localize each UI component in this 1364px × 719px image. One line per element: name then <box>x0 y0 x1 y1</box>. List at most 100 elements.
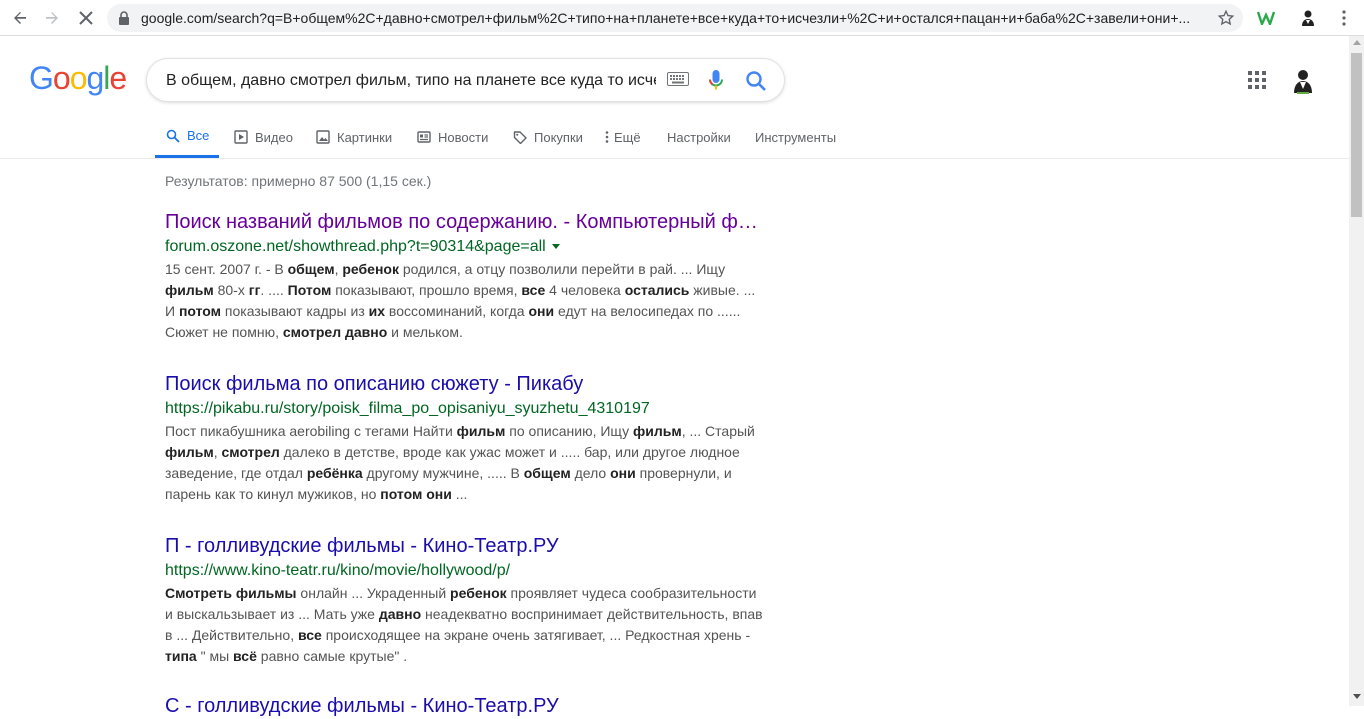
tab-video[interactable]: Видео <box>233 116 293 158</box>
snippet-highlight: ребенок <box>450 585 507 601</box>
snippet-text: показывают кадры из <box>221 303 369 319</box>
scroll-up-arrow-icon[interactable] <box>1353 40 1361 45</box>
address-bar[interactable]: google.com/search?q=В+общем%2C+давно+смо… <box>107 4 1243 32</box>
snippet-text: онлайн ... Украденный <box>296 585 451 601</box>
snippet-highlight: их <box>368 303 386 319</box>
snippet-text: 15 сент. 2007 г. - В <box>165 261 288 277</box>
result-title-link[interactable]: П - голливудские фильмы - Кино-Театр.РУ <box>165 533 760 559</box>
search-tabs: Все Видео Картинки Новости Покупки Ещё Н… <box>0 116 1349 159</box>
scroll-thumb[interactable] <box>1351 53 1362 217</box>
snippet-highlight: все <box>297 627 322 643</box>
tab-tools[interactable]: Инструменты <box>755 116 836 158</box>
stop-loading-button[interactable] <box>74 6 98 30</box>
snippet-highlight: давно <box>378 606 422 622</box>
result-snippet: Смотреть фильмы онлайн ... Украденный ре… <box>165 583 765 667</box>
snippet-highlight: Смотреть фильмы <box>165 585 297 601</box>
snippet-highlight: фильм <box>165 282 214 298</box>
tab-label: Новости <box>438 129 489 145</box>
back-button[interactable] <box>8 6 32 30</box>
snippet-highlight: остались <box>624 282 690 298</box>
logo-letter: G <box>29 60 54 96</box>
result-snippet: Пост пикабушника aerobiling с тегами Най… <box>165 421 765 505</box>
snippet-highlight: всё <box>233 648 257 664</box>
snippet-text: Пост пикабушника aerobiling с тегами Най… <box>165 423 457 439</box>
search-box <box>146 58 785 102</box>
snippet-text: родился, а отцу позволили перейти в рай.… <box>398 261 726 277</box>
forward-button[interactable] <box>40 6 64 30</box>
google-logo[interactable]: Google <box>29 60 127 97</box>
search-input[interactable] <box>166 69 656 93</box>
back-arrow-icon <box>14 12 26 24</box>
logo-letter: o <box>52 60 71 96</box>
scroll-down-arrow-icon[interactable] <box>1353 694 1361 699</box>
search-result: Поиск фильма по описанию сюжету - Пикабу… <box>165 371 765 505</box>
avatar[interactable] <box>1289 67 1317 95</box>
microphone-icon[interactable] <box>708 69 724 93</box>
snippet-highlight: все <box>521 282 546 298</box>
snippet-highlight: они <box>528 303 555 319</box>
result-url-text[interactable]: https://www.kino-teatr.ru/kino/movie/hol… <box>165 562 510 579</box>
snippet-highlight: они <box>610 465 636 481</box>
tab-settings[interactable]: Настройки <box>667 116 731 158</box>
snippet-text: воссоминаний, когда <box>385 303 529 319</box>
tab-label: Ещё <box>614 129 641 145</box>
tab-label: Инструменты <box>755 129 837 145</box>
result-url-text[interactable]: forum.oszone.net/showthread.php?t=90314&… <box>165 238 546 255</box>
tab-images[interactable]: Картинки <box>315 116 392 158</box>
browser-toolbar: google.com/search?q=В+общем%2C+давно+смо… <box>0 0 1364 36</box>
tag-icon <box>512 129 528 145</box>
snippet-highlight: потом <box>178 303 222 319</box>
snippet-highlight: смотрел <box>221 444 280 460</box>
snippet-highlight: типа <box>165 648 197 664</box>
snippet-highlight: потом они <box>380 486 452 502</box>
bookmark-star-icon[interactable] <box>1217 9 1235 27</box>
close-icon <box>79 11 93 25</box>
image-icon <box>315 129 331 145</box>
snippet-text: и мельком. <box>387 324 463 340</box>
snippet-text: другому мужчине, ..... В <box>362 465 524 481</box>
apps-grid-icon[interactable] <box>1248 71 1268 91</box>
search-result: П - голливудские фильмы - Кино-Театр.РУ … <box>165 533 765 667</box>
browser-menu-icon[interactable] <box>1334 8 1354 28</box>
tab-shopping[interactable]: Покупки <box>512 116 583 158</box>
tab-label: Видео <box>255 129 293 145</box>
lock-icon <box>117 11 131 25</box>
result-url: https://www.kino-teatr.ru/kino/movie/hol… <box>165 560 765 582</box>
search-icon[interactable] <box>745 70 767 92</box>
snippet-highlight: общем <box>523 465 571 481</box>
more-vertical-icon <box>604 129 610 145</box>
snippet-highlight: фильм <box>632 423 682 439</box>
tab-more[interactable]: Ещё <box>604 116 641 158</box>
tab-label: Настройки <box>667 129 731 145</box>
snippet-text: по описанию, Ищу <box>505 423 633 439</box>
snippet-text: равно самые крутые" . <box>256 648 408 664</box>
snippet-text: , <box>213 444 222 460</box>
snippet-text: . .... <box>260 282 288 298</box>
snippet-highlight: ребенок <box>342 261 399 277</box>
snippet-text: ... <box>451 486 468 502</box>
page-scrollbar[interactable] <box>1349 36 1364 706</box>
keyboard-icon[interactable] <box>667 72 689 90</box>
snippet-text: 80-х <box>213 282 249 298</box>
logo-letter: o <box>69 60 88 96</box>
snippet-text: , ... Старый <box>681 423 755 439</box>
logo-letter: e <box>109 60 127 96</box>
snippet-text: показывают, прошло время, <box>331 282 522 298</box>
tab-all[interactable]: Все <box>155 116 220 158</box>
profile-icon[interactable] <box>1298 8 1318 28</box>
snippet-highlight: фильм <box>456 423 506 439</box>
result-url: forum.oszone.net/showthread.php?t=90314&… <box>165 236 765 258</box>
extension-w-icon[interactable] <box>1256 8 1276 28</box>
address-url: google.com/search?q=В+общем%2C+давно+смо… <box>141 10 1191 26</box>
snippet-highlight: фильм <box>165 444 214 460</box>
result-url-text[interactable]: https://pikabu.ru/story/poisk_filma_po_o… <box>165 400 650 417</box>
dropdown-caret-icon[interactable] <box>551 244 560 250</box>
result-url: https://pikabu.ru/story/poisk_filma_po_o… <box>165 398 765 420</box>
result-title-link[interactable]: Поиск фильма по описанию сюжету - Пикабу <box>165 371 760 397</box>
tab-news[interactable]: Новости <box>416 116 488 158</box>
snippet-text: " мы <box>196 648 234 664</box>
snippet-highlight: Потом <box>287 282 332 298</box>
result-title-link[interactable]: С - голливудские фильмы - Кино-Театр.РУ <box>165 693 760 719</box>
result-title-link[interactable]: Поиск названий фильмов по содержанию. - … <box>165 209 760 235</box>
snippet-text: 4 человека <box>545 282 625 298</box>
